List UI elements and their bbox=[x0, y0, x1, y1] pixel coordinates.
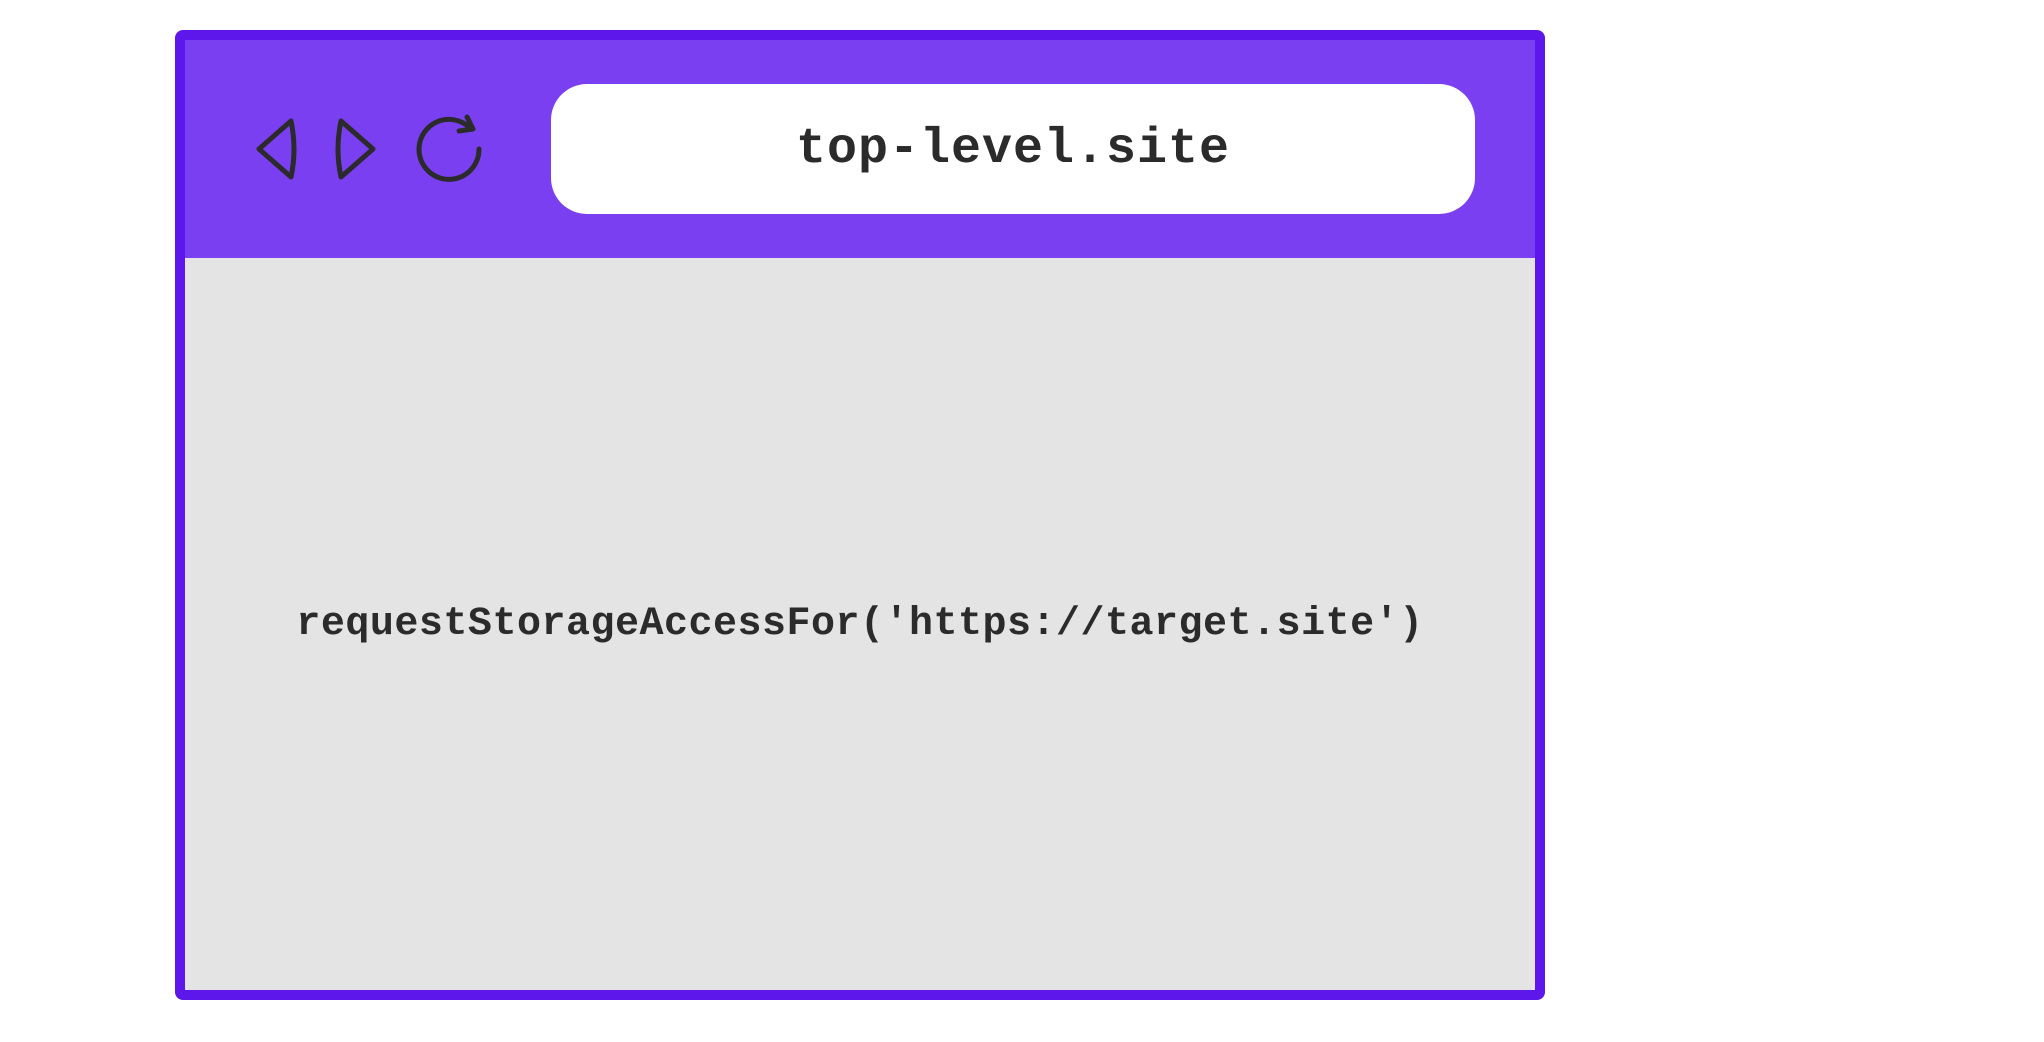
browser-window: top-level.site requestStorageAccessFor('… bbox=[175, 30, 1545, 1000]
address-bar[interactable]: top-level.site bbox=[551, 84, 1475, 214]
forward-icon[interactable] bbox=[327, 109, 387, 189]
reload-icon[interactable] bbox=[409, 109, 489, 189]
address-text: top-level.site bbox=[796, 121, 1230, 178]
browser-toolbar: top-level.site bbox=[185, 40, 1535, 258]
back-icon[interactable] bbox=[245, 109, 305, 189]
content-code: requestStorageAccessFor('https://target.… bbox=[296, 602, 1423, 647]
browser-content: requestStorageAccessFor('https://target.… bbox=[185, 258, 1535, 990]
